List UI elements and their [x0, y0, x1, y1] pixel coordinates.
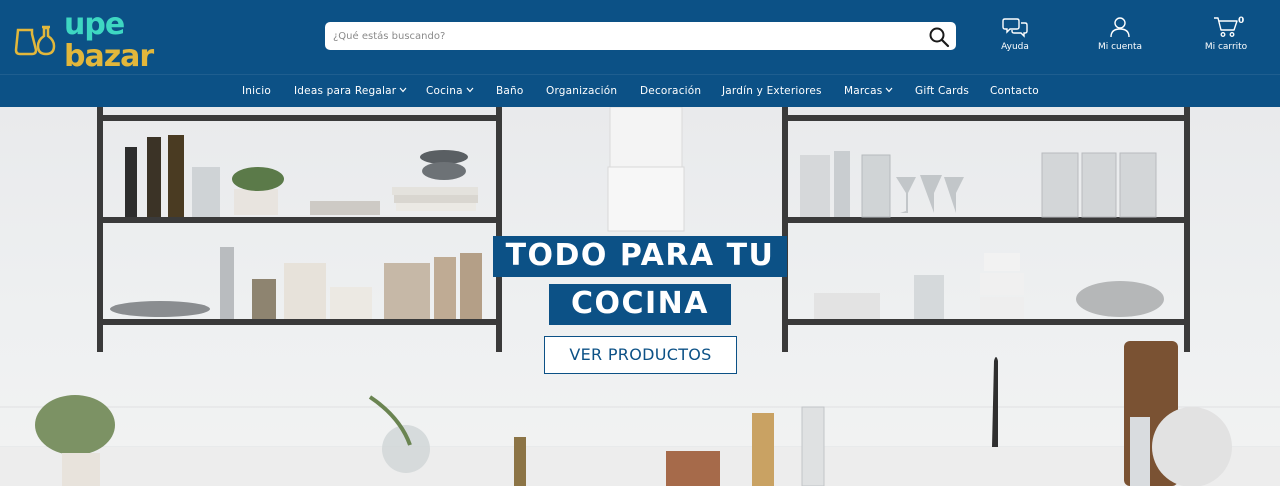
cart-label: Mi carrito: [1204, 42, 1248, 52]
nav-item-label: Marcas: [844, 85, 883, 97]
account-button[interactable]: Mi cuenta: [1075, 16, 1165, 60]
nav-item-bano[interactable]: Baño: [496, 85, 524, 97]
shopping-cart-icon: [1214, 17, 1238, 37]
nav-item-label: Baño: [496, 85, 524, 97]
ver-productos-button[interactable]: VER PRODUCTOS: [544, 336, 737, 374]
nav-item-label: Jardín y Exteriores: [722, 85, 822, 97]
nav-item-label: Gift Cards: [915, 85, 970, 97]
nav-item-contacto[interactable]: Contacto: [990, 85, 1039, 97]
chevron-down-icon: [466, 87, 474, 93]
cart-button[interactable]: 0 Mi carrito: [1181, 16, 1271, 60]
site-header: upe bazar Ayuda Mi cuenta 0 Mi carrito: [0, 0, 1280, 74]
search-bar: [325, 22, 956, 50]
nav-item-marcas[interactable]: Marcas: [844, 85, 893, 97]
nav-item-ideas-para-regalar[interactable]: Ideas para Regalar: [294, 85, 407, 97]
logo-text-upe: upe: [64, 7, 125, 42]
user-icon: [1110, 17, 1130, 38]
nav-item-decoracion[interactable]: Decoración: [640, 85, 701, 97]
help-label: Ayuda: [1001, 42, 1029, 52]
logo-bottles-icon: [14, 25, 56, 56]
chevron-down-icon: [886, 87, 893, 93]
account-label: Mi cuenta: [1097, 42, 1143, 52]
nav-item-inicio[interactable]: Inicio: [242, 85, 271, 97]
logo-text-bazar: bazar: [64, 39, 154, 74]
main-navigation: Inicio Ideas para Regalar Cocina Baño Or…: [0, 74, 1280, 107]
hero-headline-line2: COCINA: [549, 284, 731, 325]
nav-item-jardin-y-exteriores[interactable]: Jardín y Exteriores: [722, 85, 822, 97]
nav-item-label: Cocina: [426, 85, 463, 97]
nav-item-label: Decoración: [640, 85, 702, 97]
brand-logo[interactable]: upe bazar: [14, 8, 164, 74]
nav-item-label: Contacto: [990, 85, 1039, 97]
nav-item-label: Organización: [546, 85, 618, 97]
nav-item-gift-cards[interactable]: Gift Cards: [915, 85, 969, 97]
nav-item-cocina[interactable]: Cocina: [426, 85, 474, 97]
search-icon[interactable]: [928, 26, 950, 48]
chevron-down-icon: [399, 87, 407, 93]
chat-bubbles-icon: [1002, 18, 1028, 38]
nav-item-organizacion[interactable]: Organización: [546, 85, 617, 97]
nav-item-label: Ideas para Regalar: [294, 85, 397, 97]
help-button[interactable]: Ayuda: [970, 16, 1060, 60]
hero-headline-line1: TODO PARA TU: [493, 236, 787, 277]
hero-banner[interactable]: TODO PARA TU COCINA VER PRODUCTOS: [0, 107, 1280, 486]
nav-item-label: Inicio: [242, 85, 271, 97]
search-input[interactable]: [333, 26, 913, 46]
cart-count-badge: 0: [1238, 16, 1245, 26]
